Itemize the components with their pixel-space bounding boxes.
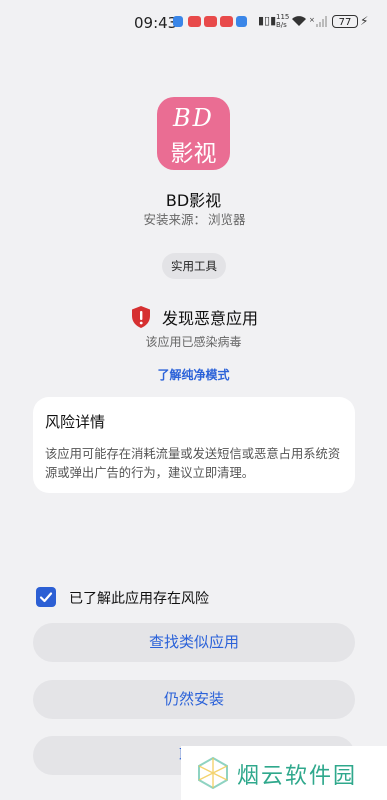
vibrate-icon: ▮▯▮ bbox=[258, 14, 277, 27]
svg-text:×: × bbox=[309, 16, 315, 24]
install-anyway-button[interactable]: 仍然安装 bbox=[33, 680, 355, 719]
app-icon: BD 影视 bbox=[157, 97, 230, 170]
notification-icon bbox=[220, 16, 233, 27]
watermark: 烟云软件园 bbox=[181, 746, 387, 800]
shield-warning-icon bbox=[132, 306, 150, 328]
category-chip: 实用工具 bbox=[162, 253, 226, 279]
battery-indicator: 77 bbox=[332, 15, 358, 28]
risk-details-title: 风险详情 bbox=[45, 413, 106, 431]
risk-details-description: 该应用可能存在消耗流量或发送短信或恶意占用系统资源或弹出广告的行为，建议立即清理… bbox=[45, 447, 341, 480]
status-time: 09:43 bbox=[134, 14, 178, 32]
install-source: 安装来源： 浏览器 bbox=[0, 209, 387, 228]
risk-acknowledge-label[interactable]: 已了解此应用存在风险 bbox=[69, 588, 209, 608]
find-similar-apps-button[interactable]: 查找类似应用 bbox=[33, 623, 355, 662]
install-source-value: 浏览器 bbox=[208, 212, 246, 227]
notification-icon bbox=[236, 16, 247, 27]
warning-title: 发现恶意应用 bbox=[162, 309, 259, 328]
signal-icon: × bbox=[309, 16, 327, 27]
watermark-text: 烟云软件园 bbox=[237, 764, 358, 789]
risk-details-card: 风险详情 该应用可能存在消耗流量或发送短信或恶意占用系统资源或弹出广告的行为，建… bbox=[33, 397, 355, 493]
malware-warning: 发现恶意应用 bbox=[0, 303, 387, 329]
notification-icon bbox=[173, 16, 183, 27]
app-icon-text-bottom: 影视 bbox=[170, 141, 217, 167]
watermark-logo-icon bbox=[198, 756, 228, 790]
net-speed: 115 B/s bbox=[276, 13, 290, 29]
charging-icon: ⚡ bbox=[360, 14, 369, 28]
checkbox-checked-icon[interactable] bbox=[36, 587, 56, 607]
app-icon-text-top: BD bbox=[173, 104, 214, 132]
wifi-icon bbox=[292, 16, 306, 26]
install-source-label: 安装来源： bbox=[143, 212, 206, 227]
warning-subtitle: 该应用已感染病毒 bbox=[145, 335, 242, 349]
app-name: BD影视 bbox=[165, 191, 222, 210]
status-bar: 09:43 ▮▯▮ 115 B/s × 77 ⚡ bbox=[0, 0, 387, 44]
pure-mode-link[interactable]: 了解纯净模式 bbox=[0, 366, 387, 383]
notification-icon bbox=[204, 16, 217, 27]
notification-icon bbox=[188, 16, 201, 27]
